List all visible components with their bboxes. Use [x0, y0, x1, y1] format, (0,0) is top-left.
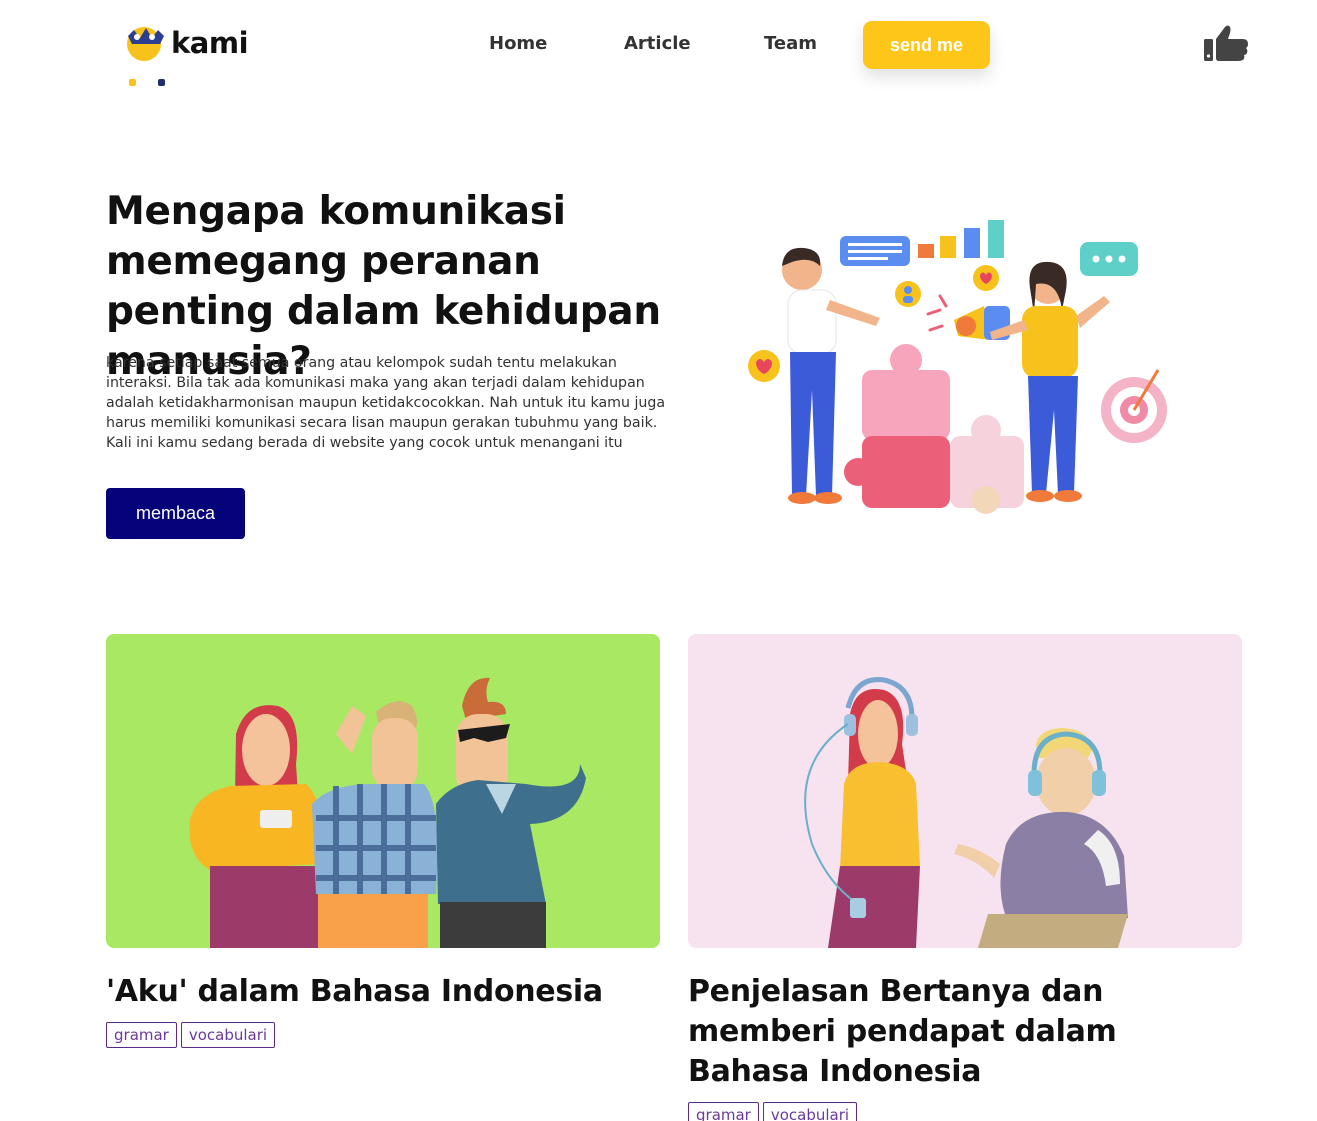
article-image-conversation[interactable] [688, 634, 1242, 948]
communication-illustration [748, 220, 1167, 514]
tag-grammar[interactable]: gramar [106, 1022, 177, 1048]
tag-vocabulary[interactable]: vocabulari [762, 1102, 858, 1121]
tag-list: gramar vocabulari [106, 1022, 660, 1048]
friends-illustration [189, 677, 586, 948]
article-title[interactable]: Penjelasan Bertanya dan memberi pendapat… [688, 972, 1242, 1092]
logo-dot-yellow [129, 79, 136, 86]
read-button[interactable]: membaca [106, 488, 245, 539]
article-card[interactable]: 'Aku' dalam Bahasa Indonesia gramar voca… [106, 634, 660, 1048]
article-image-friends[interactable] [106, 634, 660, 948]
nav-team-link[interactable]: Team [764, 33, 817, 54]
hero-description: karena setiap saat semua orang atau kelo… [106, 355, 666, 451]
article-card[interactable]: Penjelasan Bertanya dan memberi pendapat… [688, 634, 1242, 1121]
tag-vocabulary[interactable]: vocabulari [180, 1022, 276, 1048]
thumbs-up-icon[interactable] [1203, 23, 1249, 63]
nav-home-link[interactable]: Home [489, 33, 547, 54]
conversation-illustration [804, 677, 1128, 948]
tag-grammar[interactable]: gramar [688, 1102, 759, 1121]
send-me-button[interactable]: send me [863, 21, 990, 69]
main-nav: Home Article Team send me [0, 21, 1317, 69]
tag-list: gramar vocabulari [688, 1102, 1242, 1121]
article-title[interactable]: 'Aku' dalam Bahasa Indonesia [106, 972, 660, 1012]
nav-article-link[interactable]: Article [624, 33, 691, 54]
logo-dot-navy [158, 79, 165, 86]
